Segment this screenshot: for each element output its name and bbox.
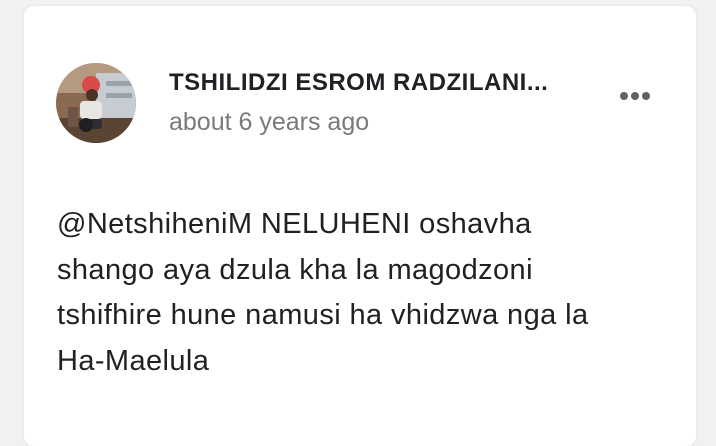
- comment-line: shango aya dzula kha la magodzoni: [57, 253, 533, 286]
- comment-line: @NetshiheniM NELUHENI oshavha: [57, 208, 532, 240]
- dot: [631, 92, 639, 100]
- dot: [620, 92, 628, 100]
- comment-card: TSHILIDZI ESROM RADZILANI... about 6 yea…: [24, 6, 696, 446]
- dot: [642, 92, 650, 100]
- comment-line: tshifhire hune namusi ha vhidzwa nga la: [57, 299, 589, 331]
- comment-line: Ha-Maelula: [57, 344, 210, 377]
- avatar-photo: [56, 63, 136, 143]
- comment-body: @NetshiheniM NELUHENI oshavha shango aya…: [57, 202, 677, 384]
- comment-timestamp: about 6 years ago: [169, 108, 370, 136]
- avatar[interactable]: [56, 63, 136, 143]
- more-options-icon[interactable]: [606, 78, 664, 114]
- author-name[interactable]: TSHILIDZI ESROM RADZILANI...: [169, 69, 589, 97]
